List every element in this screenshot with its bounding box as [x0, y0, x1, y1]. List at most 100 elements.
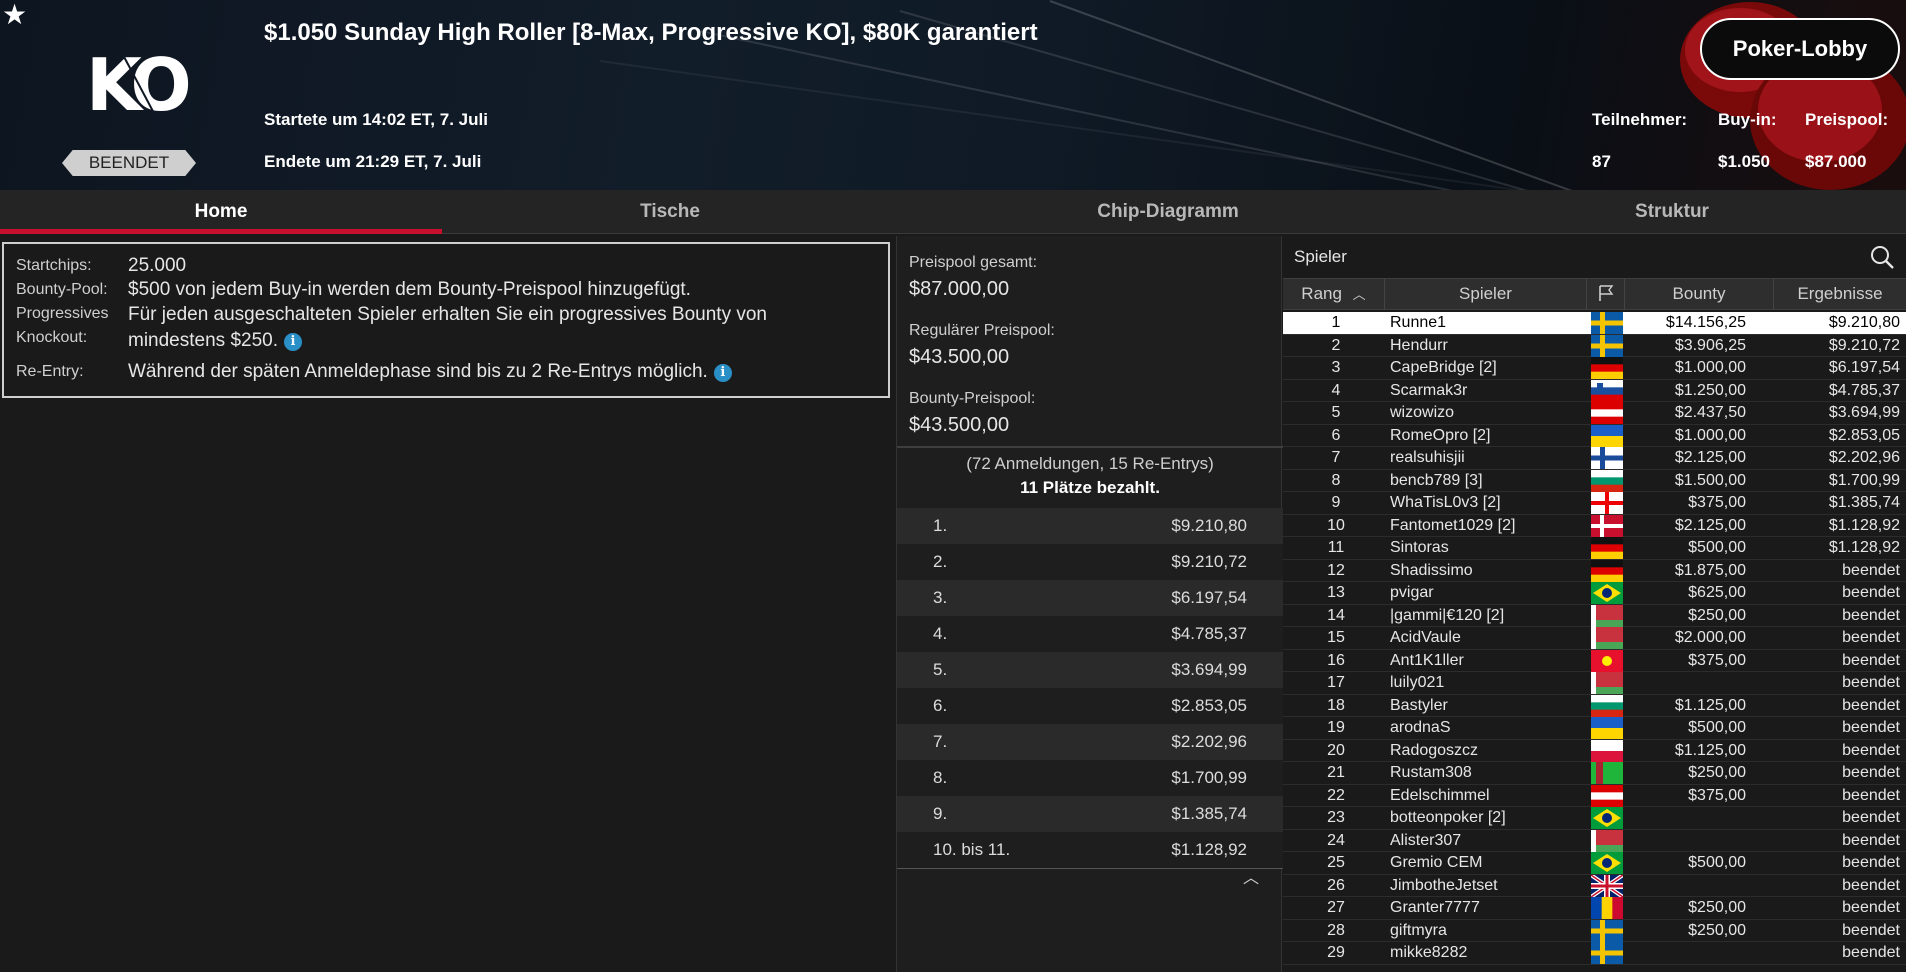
payout-amount: $2.202,96 — [1171, 732, 1247, 751]
table-row[interactable]: 6 RomeOpro [2] $1.000,00 $2.853,05 — [1283, 424, 1906, 447]
player-bounty: $250,00 — [1688, 764, 1746, 781]
table-row[interactable]: 14 |gammi|€120 [2] $250,00 beendet — [1283, 604, 1906, 627]
tab-home[interactable]: Home — [0, 190, 442, 234]
player-result: $4.785,37 — [1828, 381, 1900, 399]
player-result: beendet — [1842, 719, 1900, 736]
table-row[interactable]: 18 Bastyler $1.125,00 beendet — [1283, 694, 1906, 717]
table-row[interactable]: 24 Alister307 beendet — [1283, 829, 1906, 852]
start-time: Startete um 14:02 ET, 7. Juli — [264, 110, 488, 129]
player-name: mikke8282 — [1390, 944, 1468, 961]
table-row[interactable]: 28 giftmyra $250,00 beendet — [1283, 919, 1906, 942]
table-row[interactable]: 7 realsuhisjii $2.125,00 $2.202,96 — [1283, 447, 1906, 470]
table-row[interactable]: 27 Granter7777 $250,00 beendet — [1283, 897, 1906, 920]
player-name: Scarmak3r — [1390, 381, 1468, 399]
table-row[interactable]: 26 JimbotheJetset beendet — [1283, 872, 1906, 899]
player-bounty: $1.500,00 — [1674, 471, 1746, 489]
player-name: Bastyler — [1390, 696, 1448, 714]
table-row[interactable]: 2 Hendurr $3.906,25 $9.210,72 — [1283, 334, 1906, 357]
info-text: Während der späten Anmeldephase sind bis… — [128, 361, 708, 382]
tab-structure[interactable]: Struktur — [1438, 190, 1906, 234]
player-rank: 24 — [1327, 831, 1345, 849]
favorite-star-icon[interactable]: ★ — [2, 0, 27, 31]
table-row[interactable]: 23 botteonpoker [2] beendet — [1283, 807, 1906, 830]
player-rank: 27 — [1327, 899, 1345, 916]
bounty-column-header[interactable]: Bounty — [1625, 279, 1774, 309]
player-name: bencb789 [3] — [1390, 471, 1483, 489]
info-icon[interactable]: i — [284, 333, 302, 351]
table-row[interactable]: 1 Runne1 $14.156,25 $9.210,80 — [1283, 312, 1906, 335]
country-flag-icon — [1591, 919, 1623, 942]
info-label: Startchips: — [16, 257, 92, 274]
player-bounty: $375,00 — [1688, 494, 1746, 511]
prizepool-label: Preispool: — [1805, 110, 1889, 129]
country-flag-icon — [1591, 739, 1623, 762]
table-row[interactable]: 22 Edelschimmel $375,00 beendet — [1283, 784, 1906, 807]
flag-column-header[interactable] — [1587, 279, 1625, 309]
player-name: luily021 — [1390, 674, 1445, 691]
info-label: Bounty-Pool: — [16, 281, 108, 298]
country-flag-icon — [1591, 649, 1623, 672]
player-search[interactable]: Spieler — [1283, 236, 1906, 278]
country-flag-icon — [1591, 514, 1623, 537]
tab-tables[interactable]: Tische — [442, 190, 898, 234]
table-row[interactable]: 9 WhaTisL0v3 [2] $375,00 $1.385,74 — [1283, 492, 1906, 515]
payout-amount: $9.210,72 — [1171, 552, 1247, 571]
tab-chip-chart[interactable]: Chip-Diagramm — [898, 190, 1438, 234]
payout-amount: $4.785,37 — [1171, 624, 1247, 643]
poker-lobby-button[interactable]: Poker-Lobby — [1700, 18, 1900, 80]
table-row[interactable]: 12 Shadissimo $1.875,00 beendet — [1283, 559, 1906, 582]
rank-column-header[interactable]: Rang ︿ — [1283, 279, 1385, 309]
player-name: WhaTisL0v3 [2] — [1390, 494, 1501, 511]
table-row[interactable]: 11 Sintoras $500,00 $1.128,92 — [1283, 537, 1906, 560]
player-name: Granter7777 — [1390, 899, 1480, 916]
country-flag-icon — [1591, 334, 1623, 357]
player-result: beendet — [1842, 696, 1900, 714]
table-row[interactable]: 16 Ant1K1ller $375,00 beendet — [1283, 649, 1906, 672]
results-column-header[interactable]: Ergebnisse — [1774, 279, 1906, 309]
table-row[interactable]: 25 Gremio CEM $500,00 beendet — [1283, 852, 1906, 875]
table-row[interactable]: 13 pvigar $625,00 beendet — [1283, 582, 1906, 605]
player-rank: 25 — [1327, 854, 1345, 871]
player-bounty: $1.000,00 — [1674, 359, 1746, 376]
player-bounty: $1.250,00 — [1674, 381, 1746, 399]
chevron-up-icon[interactable]: ︿ — [1243, 864, 1259, 888]
sort-ascending-icon[interactable]: ︿ — [1353, 287, 1366, 302]
regular-prizepool-label: Regulärer Preispool: — [909, 322, 1055, 339]
table-row[interactable]: 20 Radogoszcz $1.125,00 beendet — [1283, 739, 1906, 762]
player-name: AcidVaule — [1390, 629, 1461, 646]
player-rank: 17 — [1327, 674, 1345, 691]
regular-prizepool-value: $43.500,00 — [909, 346, 1010, 368]
payout-amount: $2.853,05 — [1171, 696, 1247, 715]
player-bounty: $250,00 — [1688, 899, 1746, 916]
search-icon[interactable] — [1869, 244, 1895, 270]
player-column-header[interactable]: Spieler — [1385, 279, 1587, 309]
table-row[interactable]: 15 AcidVaule $2.000,00 beendet — [1283, 627, 1906, 650]
player-rank: 12 — [1327, 561, 1345, 579]
table-row[interactable]: 29 mikke8282 beendet — [1283, 942, 1906, 965]
table-row[interactable]: 21 Rustam308 $250,00 beendet — [1283, 762, 1906, 785]
payout-place: 5. — [933, 660, 948, 679]
payout-row: 9. $1.385,74 — [897, 796, 1283, 832]
table-row[interactable]: 3 CapeBridge [2] $1.000,00 $6.197,54 — [1283, 357, 1906, 380]
table-row[interactable]: 19 arodnaS $500,00 beendet — [1283, 717, 1906, 740]
prizepool-panel: Preispool gesamt: $87.000,00 Regulärer P… — [896, 236, 1283, 972]
player-name: botteonpoker [2] — [1390, 809, 1506, 826]
bounty-prizepool-label: Bounty-Preispool: — [909, 390, 1036, 407]
info-icon[interactable]: i — [713, 364, 732, 382]
player-name: Alister307 — [1390, 831, 1462, 849]
tab-bar: Home Tische Chip-Diagramm Struktur — [0, 190, 1906, 234]
buyin-value: $1.050 — [1718, 152, 1770, 171]
player-rank: 19 — [1327, 719, 1345, 736]
table-row[interactable]: 8 bencb789 [3] $1.500,00 $1.700,99 — [1283, 469, 1906, 492]
player-result: $9.210,72 — [1828, 336, 1900, 354]
player-bounty: $500,00 — [1688, 719, 1746, 736]
table-row[interactable]: 10 Fantomet1029 [2] $2.125,00 $1.128,92 — [1283, 514, 1906, 537]
player-result: $1.128,92 — [1828, 516, 1900, 534]
table-row[interactable]: 4 Scarmak3r $1.250,00 $4.785,37 — [1283, 379, 1906, 402]
country-flag-icon — [1591, 604, 1623, 627]
table-row[interactable]: 17 luily021 beendet — [1283, 672, 1906, 695]
country-flag-icon — [1591, 762, 1623, 784]
flag-icon — [1598, 285, 1613, 301]
country-flag-icon — [1591, 784, 1623, 807]
table-row[interactable]: 5 wizowizo $2.437,50 $3.694,99 — [1283, 402, 1906, 425]
